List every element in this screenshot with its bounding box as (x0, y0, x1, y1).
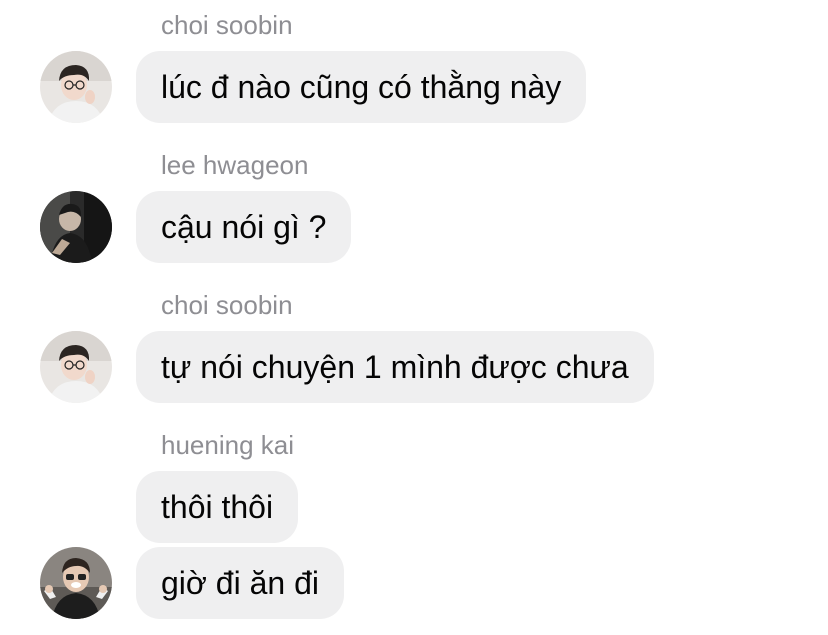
message-text: giờ đi ăn đi (161, 564, 319, 601)
sender-name: choi soobin (161, 10, 293, 40)
hwageon-avatar-image (40, 191, 112, 263)
message-bubble[interactable]: cậu nói gì ? (136, 191, 352, 263)
sender-name: choi soobin (161, 290, 293, 320)
soobin-avatar[interactable] (40, 331, 112, 403)
hwageon-avatar[interactable] (40, 191, 112, 263)
kai-avatar[interactable] (40, 547, 112, 619)
message-text: lúc đ nào cũng có thằng này (161, 68, 562, 105)
message-bubble[interactable]: lúc đ nào cũng có thằng này (136, 51, 587, 123)
message-bubble[interactable]: giờ đi ăn đi (136, 547, 344, 619)
soobin-avatar[interactable] (40, 51, 112, 123)
soobin-avatar-image (40, 51, 112, 123)
chat-thread: choi soobin lúc đ nào cũng có thằng này … (0, 0, 828, 635)
message-text: thôi thôi (161, 488, 274, 525)
sender-name: lee hwageon (161, 150, 309, 180)
message-bubble[interactable]: tự nói chuyện 1 mình được chưa (136, 331, 654, 403)
sender-name: huening kai (161, 430, 294, 460)
message-text: cậu nói gì ? (161, 208, 327, 245)
message-text: tự nói chuyện 1 mình được chưa (161, 348, 629, 385)
message-bubble[interactable]: thôi thôi (136, 471, 299, 543)
kai-avatar-image (40, 547, 112, 619)
soobin-avatar-image (40, 331, 112, 403)
